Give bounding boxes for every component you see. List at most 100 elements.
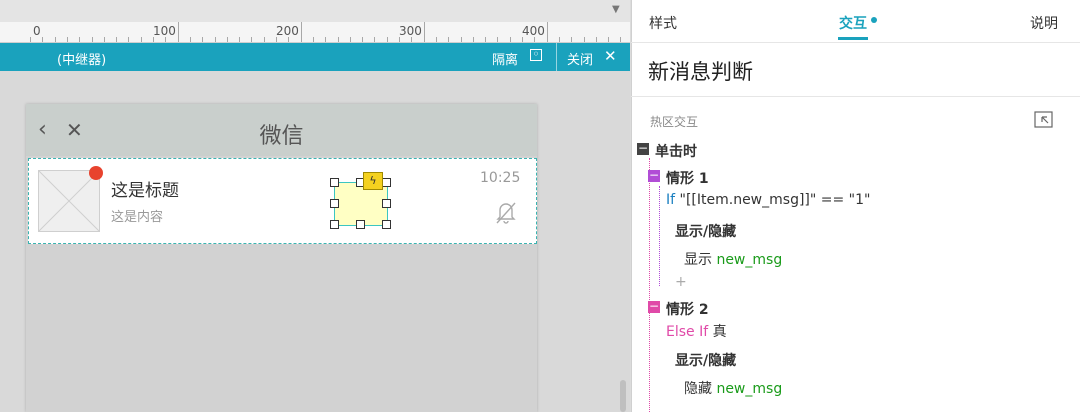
ruler-tick <box>497 37 499 42</box>
ruler-tick <box>263 37 265 42</box>
ruler-label-400: 400 <box>522 24 545 38</box>
condition-text: "[[Item.new_msg]]" == "1" <box>675 192 871 208</box>
action-verb: 隐藏 <box>684 381 712 397</box>
case-2-action-detail[interactable]: 隐藏 new_msg <box>684 378 782 398</box>
tree-guide <box>649 158 650 412</box>
resize-handle[interactable] <box>382 178 391 187</box>
ruler-tick <box>103 37 105 42</box>
isolate-icon[interactable]: ◦ <box>530 48 542 61</box>
divider <box>631 42 1080 43</box>
resize-handle[interactable] <box>330 220 339 229</box>
thumbnail-placeholder <box>38 170 100 232</box>
ruler-tick <box>189 37 191 42</box>
ruler-tick <box>460 37 462 42</box>
canvas-area[interactable]: ▼ 0 100 200 300 400 (中继器) 隔离 ◦ 关闭 ✕ ‹ ✕ … <box>0 0 630 412</box>
expand-icon[interactable] <box>1034 111 1054 129</box>
ruler-tick <box>337 37 339 42</box>
ruler-tick <box>177 22 179 42</box>
canvas-scrollbar[interactable] <box>620 380 626 412</box>
active-tab-underline <box>838 37 868 40</box>
ruler-tick <box>546 22 548 42</box>
action-target: new_msg <box>712 252 783 268</box>
ruler-tick <box>472 37 474 42</box>
close-icon[interactable]: ✕ <box>604 47 617 65</box>
ruler-tick <box>325 37 327 42</box>
case-2-action[interactable]: 显示/隐藏 <box>675 350 736 370</box>
resize-handle[interactable] <box>330 178 339 187</box>
ruler-tick <box>116 37 118 42</box>
ruler-tick <box>54 37 56 42</box>
ruler-tick <box>423 22 425 42</box>
ruler-label-300: 300 <box>399 24 422 38</box>
resize-handle[interactable] <box>382 199 391 208</box>
ruler-tick <box>620 37 622 42</box>
divider <box>631 96 1080 97</box>
case-1-name[interactable]: 情形 1 <box>666 168 709 188</box>
ruler-tick <box>571 37 573 42</box>
widget-name[interactable]: 新消息判断 <box>648 56 753 86</box>
ruler-tick <box>202 37 204 42</box>
new-message-dot <box>89 166 103 180</box>
tab-notes[interactable]: 说明 <box>1030 13 1058 33</box>
tab-style[interactable]: 样式 <box>649 13 677 33</box>
phone-title: 微信 <box>259 124 304 149</box>
event-click[interactable]: 单击时 <box>655 141 697 161</box>
isolate-button[interactable]: 隔离 <box>492 49 518 68</box>
ruler-tick <box>595 37 597 42</box>
ruler-tick <box>349 37 351 42</box>
ruler-tick <box>558 37 560 42</box>
resize-handle[interactable] <box>356 220 365 229</box>
case-2-condition[interactable]: Else If 真 <box>666 321 727 341</box>
tree-guide <box>659 186 660 286</box>
repeater-label: (中继器) <box>57 53 107 68</box>
ruler-tick <box>226 37 228 42</box>
horizontal-ruler: 0 100 200 300 400 <box>0 22 630 43</box>
condition-keyword: If <box>666 192 676 208</box>
case-2-name[interactable]: 情形 2 <box>666 299 709 319</box>
action-verb: 显示 <box>684 252 712 268</box>
ruler-tick <box>91 37 93 42</box>
close-button[interactable]: 关闭 <box>567 49 593 68</box>
ruler-tick <box>435 37 437 42</box>
section-label: 热区交互 <box>650 115 699 129</box>
item-title: 这是标题 <box>111 181 179 201</box>
caret-down-icon[interactable]: ▼ <box>612 4 620 15</box>
tab-indicator-dot <box>871 17 877 23</box>
case-1-condition[interactable]: If "[[Item.new_msg]]" == "1" <box>666 192 870 208</box>
condition-keyword: Else If <box>666 324 709 340</box>
condition-text: 真 <box>708 324 727 340</box>
collapse-event-icon[interactable]: − <box>637 142 649 155</box>
ruler-tick <box>239 37 241 42</box>
phone-nav-bar: ‹ ✕ 微信 <box>26 104 537 156</box>
case-1-action-detail[interactable]: 显示 new_msg <box>684 249 782 269</box>
add-action-button[interactable]: + <box>675 274 687 290</box>
collapse-case-icon[interactable]: − <box>648 300 660 313</box>
image-placeholder-icon <box>39 171 99 231</box>
action-target: new_msg <box>712 381 783 397</box>
ruler-tick <box>128 37 130 42</box>
repeater-edit-bar: (中继器) 隔离 ◦ 关闭 ✕ <box>0 43 630 71</box>
ruler-label-200: 200 <box>276 24 299 38</box>
ruler-tick <box>30 37 31 42</box>
ruler-tick <box>251 37 253 42</box>
item-content: 这是内容 <box>111 210 164 225</box>
divider <box>556 43 557 71</box>
ruler-tick <box>140 37 142 42</box>
ruler-tick <box>312 37 314 42</box>
collapse-case-icon[interactable]: − <box>648 169 660 182</box>
ruler-label-0: 0 <box>33 24 41 38</box>
ruler-tick <box>66 37 68 42</box>
resize-handle[interactable] <box>330 199 339 208</box>
interaction-bolt-icon: ϟ <box>363 172 383 190</box>
list-item[interactable] <box>28 158 537 244</box>
ruler-tick <box>374 37 376 42</box>
resize-handle[interactable] <box>382 220 391 229</box>
ruler-tick <box>362 37 364 42</box>
tab-interactions[interactable]: 交互 <box>839 13 867 33</box>
ruler-tick <box>214 37 216 42</box>
ruler-tick <box>608 37 610 42</box>
bell-muted-icon <box>496 202 516 224</box>
ruler-tick <box>79 37 81 42</box>
case-1-action[interactable]: 显示/隐藏 <box>675 221 736 241</box>
ruler-tick <box>386 37 388 42</box>
